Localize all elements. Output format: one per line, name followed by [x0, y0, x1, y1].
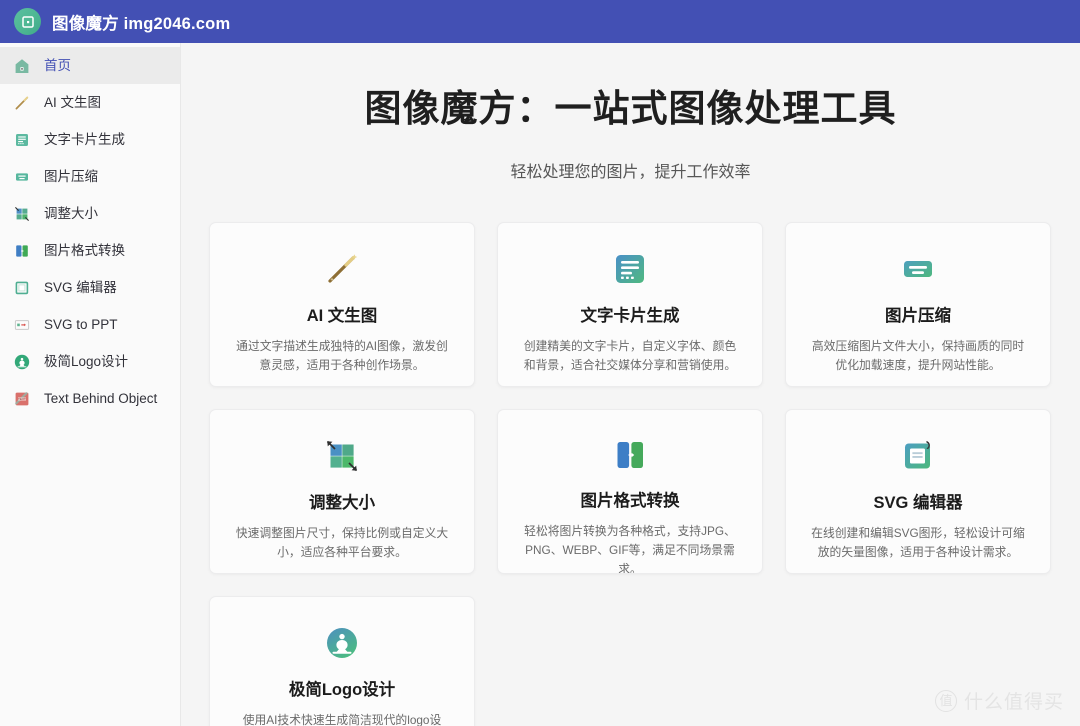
tool-card-grid: AI 文生图 通过文字描述生成独特的AI图像，激发创意灵感，适用于各种创作场景。 [209, 221, 1052, 726]
sidebar-item-label: Text Behind Object [44, 390, 158, 406]
app-header: 图像魔方 img2046.com [0, 0, 1080, 43]
sidebar-item-home[interactable]: 首页 [0, 47, 180, 84]
sidebar-item-label: AI 文生图 [44, 94, 102, 110]
svg-to-ppt-icon [12, 315, 31, 334]
card-title: 图片格式转换 [580, 491, 680, 510]
sidebar-item-label: 图片压缩 [44, 168, 98, 184]
app-root: 图像魔方 img2046.com 首页 AI 文生图 文字卡片生成 图片压缩 调… [0, 0, 1080, 726]
sidebar-item-resize[interactable]: 调整大小 [0, 195, 180, 232]
tool-card-ai-text-to-image[interactable]: AI 文生图 通过文字描述生成独特的AI图像，激发创意灵感，适用于各种创作场景。 [209, 221, 475, 387]
card-description: 创建精美的文字卡片，自定义字体、颜色和背景，适合社交媒体分享和营销使用。 [523, 339, 737, 373]
svg-editor-icon [12, 278, 31, 297]
sidebar-item-logo-design[interactable]: 极简Logo设计 [0, 343, 180, 380]
page-subtitle: 轻松处理您的图片，提升工作效率 [510, 163, 751, 181]
format-convert-icon [12, 241, 31, 260]
logo-design-icon [322, 623, 362, 663]
sidebar-item-label: SVG to PPT [44, 316, 118, 332]
sidebar-item-format-convert[interactable]: 图片格式转换 [0, 232, 180, 269]
tool-card-logo-design[interactable]: 极简Logo设计 使用AI技术快速生成简洁现代的logo设计，为您的品牌打造独特… [209, 595, 475, 726]
card-description: 快速调整图片尺寸，保持比例或自定义大小，适应各种平台要求。 [235, 526, 449, 560]
compress-icon [898, 249, 938, 289]
tool-card-compress[interactable]: 图片压缩 高效压缩图片文件大小，保持画质的同时优化加载速度，提升网站性能。 [785, 221, 1051, 387]
sidebar-item-label: 文字卡片生成 [44, 131, 125, 147]
body-split: 首页 AI 文生图 文字卡片生成 图片压缩 调整大小 图片格式转换 SVG 编辑… [0, 43, 1080, 726]
sidebar-item-label: 首页 [44, 57, 71, 73]
svg-text:TEXT: TEXT [18, 397, 26, 401]
text-card-icon [12, 130, 31, 149]
sidebar-item-text-card[interactable]: 文字卡片生成 [0, 121, 180, 158]
card-description: 通过文字描述生成独特的AI图像，激发创意灵感，适用于各种创作场景。 [236, 339, 448, 373]
text-card-icon [610, 249, 650, 289]
page-title: 图像魔方：一站式图像处理工具 [364, 88, 897, 129]
tool-card-text-card[interactable]: 文字卡片生成 创建精美的文字卡片，自定义字体、颜色和背景，适合社交媒体分享和营销… [497, 221, 763, 387]
home-icon [12, 56, 31, 75]
tool-card-format-convert[interactable]: 图片格式转换 轻松将图片转换为各种格式，支持JPG、PNG、WEBP、GIF等，… [497, 408, 763, 574]
sidebar-item-compress[interactable]: 图片压缩 [0, 158, 180, 195]
magic-wand-icon [12, 93, 31, 112]
card-title: 极简Logo设计 [288, 680, 396, 699]
tool-card-resize[interactable]: 调整大小 快速调整图片尺寸，保持比例或自定义大小，适应各种平台要求。 [209, 408, 475, 574]
sidebar-item-svg-editor[interactable]: SVG 编辑器 [0, 269, 180, 306]
sidebar-item-label: 极简Logo设计 [44, 353, 129, 369]
sidebar-item-text-behind-object[interactable]: TEXT Text Behind Object [0, 380, 180, 417]
resize-icon [12, 204, 31, 223]
sidebar: 首页 AI 文生图 文字卡片生成 图片压缩 调整大小 图片格式转换 SVG 编辑… [0, 43, 181, 726]
card-title: 图片压缩 [885, 306, 951, 325]
sidebar-item-ai-text-to-image[interactable]: AI 文生图 [0, 84, 180, 121]
sidebar-item-svg-to-ppt[interactable]: SVG to PPT [0, 306, 180, 343]
text-behind-object-icon: TEXT [12, 389, 31, 408]
magic-wand-icon [322, 249, 362, 289]
card-title: 文字卡片生成 [580, 306, 680, 325]
card-description: 使用AI技术快速生成简洁现代的logo设计，为您的品牌打造独特标识。 [242, 713, 442, 726]
svg-editor-icon [898, 436, 938, 476]
brand-title: 图像魔方 img2046.com [52, 14, 231, 33]
compress-icon [12, 167, 31, 186]
card-title: 调整大小 [309, 493, 375, 512]
logo-design-icon [12, 352, 31, 371]
main-content: 图像魔方：一站式图像处理工具 轻松处理您的图片，提升工作效率 AI 文生图 通过… [181, 43, 1080, 726]
resize-icon [322, 436, 362, 476]
sidebar-item-label: 图片格式转换 [44, 242, 125, 258]
sidebar-item-label: SVG 编辑器 [44, 279, 117, 295]
card-description: 高效压缩图片文件大小，保持画质的同时优化加载速度，提升网站性能。 [811, 339, 1025, 373]
card-title: SVG 编辑器 [873, 493, 963, 512]
card-description: 在线创建和编辑SVG图形，轻松设计可缩放的矢量图像，适用于各种设计需求。 [811, 526, 1025, 560]
crop-square-icon[interactable] [14, 8, 41, 35]
tool-card-svg-editor[interactable]: SVG 编辑器 在线创建和编辑SVG图形，轻松设计可缩放的矢量图像，适用于各种设… [785, 408, 1051, 574]
card-description: 轻松将图片转换为各种格式，支持JPG、PNG、WEBP、GIF等，满足不同场景需… [524, 524, 736, 574]
format-convert-icon [610, 436, 650, 474]
sidebar-item-label: 调整大小 [44, 205, 98, 221]
card-title: AI 文生图 [306, 306, 378, 325]
